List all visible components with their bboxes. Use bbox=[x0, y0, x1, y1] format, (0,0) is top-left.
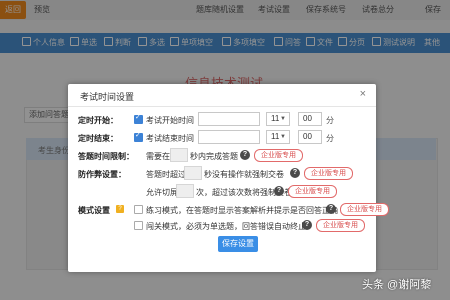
chevron-down-icon: ▼ bbox=[280, 116, 286, 122]
save-settings-button[interactable]: 保存设置 bbox=[218, 236, 258, 252]
end-minute-input[interactable]: 00 bbox=[298, 130, 322, 144]
enterprise-badge[interactable]: 企业版专用 bbox=[316, 219, 365, 232]
breakthrough-mode-text: 闯关模式，必须为单选题，回答错误自动终止 bbox=[146, 222, 306, 231]
end-minute-unit: 分 bbox=[326, 134, 334, 143]
switch-screen-row: 允许切屏 次，超过该次数将强制交卷 ? 企业版专用 bbox=[68, 184, 376, 200]
start-hour-select[interactable]: 11 ▼ bbox=[266, 112, 290, 126]
timed-end-row: 定时结束： 考试结束时间 11▼ 00 分 bbox=[68, 130, 376, 146]
help-icon[interactable]: ? bbox=[290, 168, 300, 178]
anti-cheat-row: 防作弊设置： 答题时超过 秒没有操作就强制交卷 ? 企业版专用 bbox=[68, 166, 376, 182]
anti-cheat-text-before: 答题时超过 bbox=[146, 170, 186, 179]
help-icon[interactable]: ? bbox=[274, 186, 284, 196]
mode-settings-label: 模式设置 bbox=[78, 206, 110, 215]
chevron-down-icon: ▼ bbox=[280, 134, 286, 140]
answer-limit-seconds-input[interactable] bbox=[170, 148, 188, 162]
close-icon[interactable]: × bbox=[360, 88, 366, 100]
timed-end-checkbox[interactable] bbox=[134, 131, 143, 142]
switch-screen-count-input[interactable] bbox=[176, 184, 194, 198]
timed-start-text: 考试开始时间 bbox=[146, 116, 194, 125]
enterprise-badge[interactable]: 企业版专用 bbox=[288, 185, 337, 198]
answer-time-limit-label: 答题时间限制： bbox=[78, 152, 134, 161]
help-icon[interactable]: ? bbox=[302, 220, 312, 230]
enterprise-badge[interactable]: 企业版专用 bbox=[304, 167, 353, 180]
breakthrough-mode-row: 闯关模式，必须为单选题，回答错误自动终止 ? 企业版专用 bbox=[68, 218, 376, 234]
timed-start-row: 定时开始： 考试开始时间 11▼ 00 分 bbox=[68, 112, 376, 128]
start-minute-unit: 分 bbox=[326, 116, 334, 125]
answer-time-limit-row: 答题时间限制： 需要在 秒内完成答题 ? 企业版专用 bbox=[68, 148, 376, 164]
idle-seconds-input[interactable] bbox=[184, 166, 202, 180]
enterprise-badge[interactable]: 企业版专用 bbox=[254, 149, 303, 162]
practice-mode-text: 练习模式，在答题时显示答案解析并提示是否回答正确 bbox=[146, 206, 338, 215]
start-date-input[interactable] bbox=[198, 112, 260, 126]
help-icon[interactable]: ? bbox=[240, 150, 250, 160]
practice-mode-row: 模式设置 ? 练习模式，在答题时显示答案解析并提示是否回答正确 ? 企业版专用 bbox=[68, 202, 389, 218]
dialog-title: 考试时间设置 bbox=[80, 92, 135, 102]
enterprise-badge[interactable]: 企业版专用 bbox=[340, 203, 389, 216]
end-date-input[interactable] bbox=[198, 130, 260, 144]
timed-start-checkbox[interactable] bbox=[134, 113, 143, 124]
breakthrough-mode-checkbox[interactable] bbox=[134, 221, 143, 230]
timed-start-label: 定时开始： bbox=[78, 116, 118, 125]
switch-screen-text-before: 允许切屏 bbox=[146, 188, 178, 197]
watermark: 头条 @谢阿黎 bbox=[362, 279, 432, 291]
question-mark-icon[interactable]: ? bbox=[116, 205, 124, 213]
end-hour-select[interactable]: 11 ▼ bbox=[266, 130, 290, 144]
dialog-header: 考试时间设置 × bbox=[68, 84, 376, 107]
timed-end-text: 考试结束时间 bbox=[146, 134, 194, 143]
timed-end-label: 定时结束： bbox=[78, 134, 118, 143]
answer-limit-text-after: 秒内完成答题 bbox=[190, 152, 238, 161]
help-icon[interactable]: ? bbox=[326, 204, 336, 214]
anti-cheat-text-after: 秒没有操作就强制交卷 bbox=[204, 170, 284, 179]
practice-mode-checkbox[interactable] bbox=[134, 205, 143, 214]
exam-time-settings-dialog: 考试时间设置 × 定时开始： 考试开始时间 11▼ 00 分 定时结束： 考试结… bbox=[68, 84, 389, 272]
anti-cheat-label: 防作弊设置： bbox=[78, 170, 126, 179]
answer-limit-text-before: 需要在 bbox=[146, 152, 170, 161]
start-minute-input[interactable]: 00 bbox=[298, 112, 322, 126]
